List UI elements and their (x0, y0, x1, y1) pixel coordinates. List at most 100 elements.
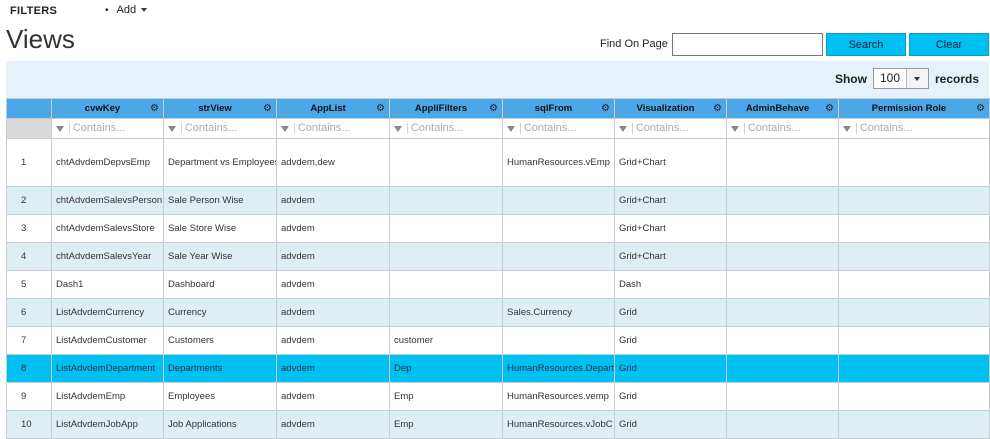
column-header[interactable]: AppliFilters ⚙ (389, 98, 503, 119)
table-cell[interactable] (389, 270, 503, 299)
table-cell[interactable]: Sale Store Wise (163, 214, 277, 243)
column-header[interactable]: strView ⚙ (163, 98, 277, 119)
table-cell[interactable]: Sale Year Wise (163, 242, 277, 271)
table-cell[interactable]: Job Applications (163, 410, 277, 439)
table-cell[interactable]: ListAdvdemCurrency (51, 298, 164, 327)
table-cell[interactable]: Grid (614, 382, 727, 411)
table-row[interactable]: 9 ListAdvdemEmp Employees advdem Emp Hum… (6, 382, 990, 411)
table-row[interactable]: 5 Dash1 Dashboard advdem Dash (6, 270, 990, 299)
column-filter[interactable]: | Contains... (726, 118, 839, 139)
table-cell[interactable]: chtAdvdemDepvsEmp (51, 138, 164, 187)
filter-icon[interactable] (281, 125, 289, 132)
filters-label[interactable]: FILTERS (10, 5, 57, 17)
table-cell[interactable]: Dashboard (163, 270, 277, 299)
filter-icon[interactable] (731, 125, 739, 132)
table-cell[interactable] (502, 214, 615, 243)
column-header[interactable]: sqlFrom ⚙ (502, 98, 615, 119)
column-filter[interactable]: | Contains... (502, 118, 615, 139)
table-cell[interactable]: Grid (614, 298, 727, 327)
filter-icon[interactable] (56, 125, 64, 132)
table-cell[interactable] (502, 186, 615, 215)
table-cell[interactable]: chtAdvdemSalevsYear (51, 242, 164, 271)
table-cell[interactable]: Grid (614, 410, 727, 439)
column-filter[interactable]: | Contains... (614, 118, 727, 139)
page-size-select[interactable]: 100 (872, 68, 929, 89)
table-cell[interactable]: customer (389, 326, 503, 355)
table-cell[interactable]: Dash (614, 270, 727, 299)
table-cell[interactable] (726, 186, 839, 215)
table-cell[interactable] (502, 326, 615, 355)
table-cell[interactable] (502, 242, 615, 271)
table-cell[interactable] (838, 186, 990, 215)
table-cell[interactable]: Grid (614, 354, 727, 383)
table-cell[interactable] (726, 298, 839, 327)
column-header[interactable]: Permission Role ⚙ (838, 98, 990, 119)
search-button[interactable]: Search (826, 33, 906, 56)
table-cell[interactable] (389, 138, 503, 187)
filter-icon[interactable] (619, 125, 627, 132)
gear-icon[interactable]: ⚙ (713, 103, 722, 114)
table-cell[interactable]: ListAdvdemEmp (51, 382, 164, 411)
table-row-selected[interactable]: 8 ListAdvdemDepartment Departments advde… (6, 354, 990, 383)
table-cell[interactable]: advdem (276, 214, 390, 243)
add-menu[interactable]: • Add (105, 4, 148, 16)
table-cell[interactable]: Employees (163, 382, 277, 411)
column-filter[interactable]: | Contains... (276, 118, 390, 139)
table-cell[interactable]: Sale Person Wise (163, 186, 277, 215)
table-cell[interactable] (838, 270, 990, 299)
table-cell[interactable]: chtAdvdemSalevsStore (51, 214, 164, 243)
filter-icon[interactable] (843, 125, 851, 132)
table-cell[interactable] (389, 214, 503, 243)
gear-icon[interactable]: ⚙ (150, 103, 159, 114)
table-cell[interactable]: advdem (276, 242, 390, 271)
table-cell[interactable]: advdem (276, 186, 390, 215)
gear-icon[interactable]: ⚙ (376, 103, 385, 114)
table-cell[interactable] (838, 242, 990, 271)
table-cell[interactable]: Grid+Chart (614, 214, 727, 243)
table-cell[interactable]: Department vs Employees (163, 138, 277, 187)
table-row[interactable]: 3 chtAdvdemSalevsStore Sale Store Wise a… (6, 214, 990, 243)
table-cell[interactable]: HumanResources.vEmp (502, 138, 615, 187)
table-cell[interactable] (726, 382, 839, 411)
table-cell[interactable] (726, 270, 839, 299)
table-cell[interactable]: ListAdvdemJobApp (51, 410, 164, 439)
table-cell[interactable] (838, 138, 990, 187)
table-cell[interactable]: advdem (276, 354, 390, 383)
clear-button[interactable]: Clear (909, 33, 989, 56)
table-cell[interactable]: Grid+Chart (614, 186, 727, 215)
table-cell[interactable]: HumanResources.vemp (502, 382, 615, 411)
column-header[interactable]: cvwKey ⚙ (51, 98, 164, 119)
table-cell[interactable] (502, 270, 615, 299)
table-cell[interactable]: ListAdvdemDepartment (51, 354, 164, 383)
table-cell[interactable]: Emp (389, 382, 503, 411)
table-cell[interactable] (389, 298, 503, 327)
table-cell[interactable]: advdem (276, 382, 390, 411)
table-cell[interactable] (838, 354, 990, 383)
table-cell[interactable] (838, 382, 990, 411)
table-cell[interactable]: Grid+Chart (614, 242, 727, 271)
column-filter[interactable]: | Contains... (163, 118, 277, 139)
table-cell[interactable]: Dash1 (51, 270, 164, 299)
gear-icon[interactable]: ⚙ (263, 103, 272, 114)
table-cell[interactable] (389, 186, 503, 215)
table-cell[interactable]: Departments (163, 354, 277, 383)
table-cell[interactable] (838, 410, 990, 439)
table-cell[interactable]: advdem (276, 298, 390, 327)
table-cell[interactable] (838, 298, 990, 327)
column-filter[interactable]: | Contains... (838, 118, 990, 139)
table-cell[interactable]: Grid+Chart (614, 138, 727, 187)
table-cell[interactable] (726, 354, 839, 383)
column-filter[interactable]: | Contains... (389, 118, 503, 139)
filter-icon[interactable] (394, 125, 402, 132)
table-cell[interactable] (838, 326, 990, 355)
table-cell[interactable]: HumanResources.Department (502, 354, 615, 383)
column-header[interactable]: AdminBehave ⚙ (726, 98, 839, 119)
table-row[interactable]: 1 chtAdvdemDepvsEmp Department vs Employ… (6, 138, 990, 187)
table-cell[interactable] (726, 138, 839, 187)
table-cell[interactable] (838, 214, 990, 243)
table-cell[interactable] (726, 214, 839, 243)
table-row[interactable]: 6 ListAdvdemCurrency Currency advdem Sal… (6, 298, 990, 327)
table-cell[interactable]: ListAdvdemCustomer (51, 326, 164, 355)
table-cell[interactable]: Currency (163, 298, 277, 327)
find-on-page-input[interactable] (672, 33, 823, 56)
